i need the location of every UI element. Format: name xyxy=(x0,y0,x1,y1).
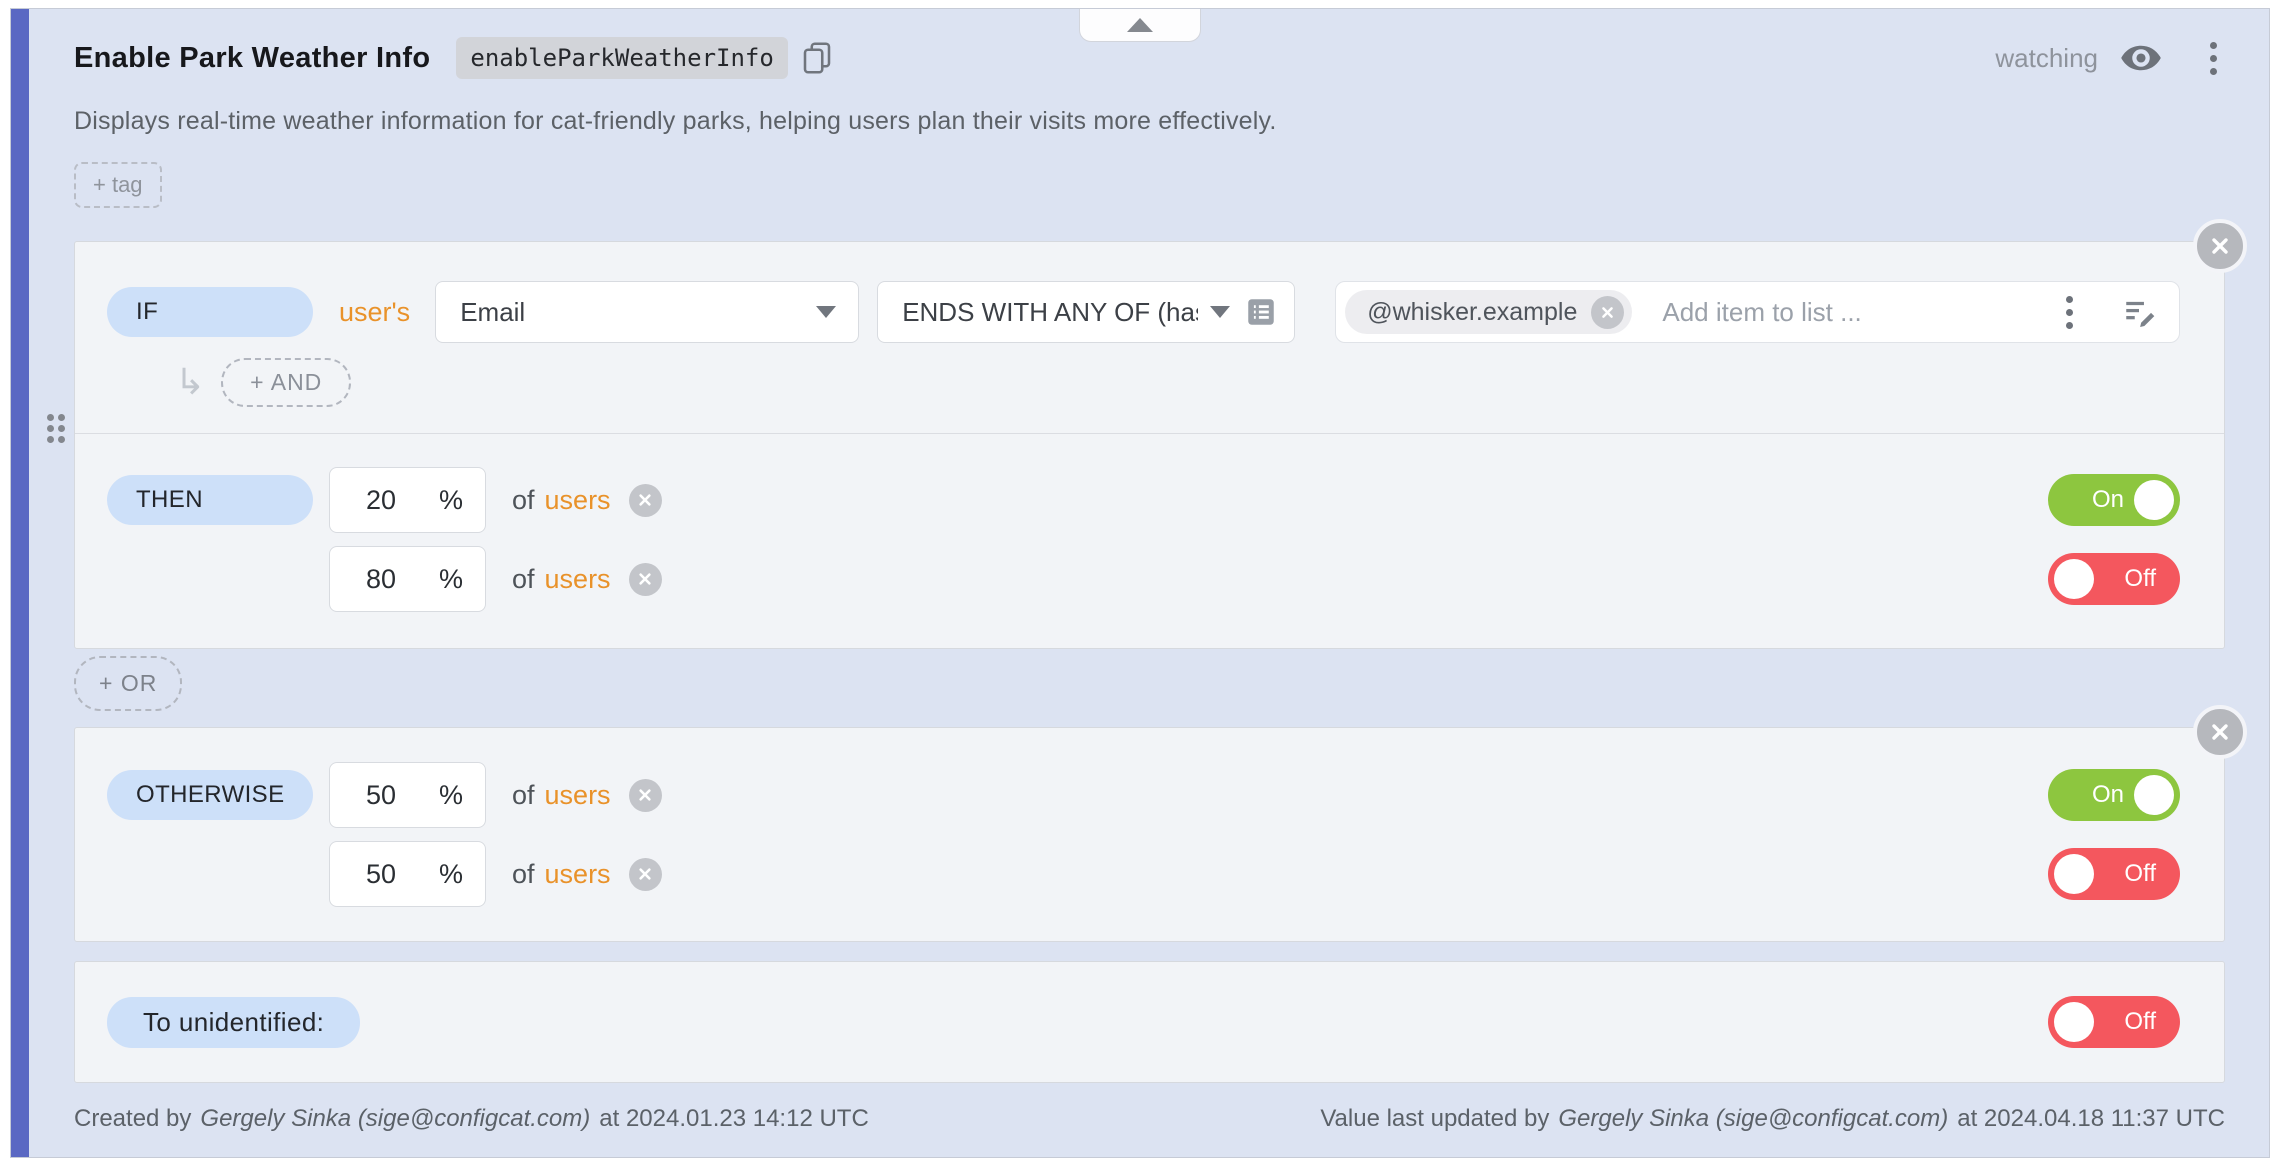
of-label: of xyxy=(512,859,535,890)
rule-drag-handle[interactable] xyxy=(47,414,65,443)
remove-percentage-row-button[interactable] xyxy=(629,779,662,812)
percentage-value: 50 xyxy=(366,859,396,890)
users-link[interactable]: users xyxy=(545,485,611,516)
served-value-toggle-on[interactable]: On xyxy=(2048,474,2180,526)
close-icon xyxy=(637,787,653,803)
copy-key-button[interactable] xyxy=(802,41,832,75)
percentage-input[interactable]: 50 % xyxy=(329,841,486,907)
comparison-value-list[interactable]: @whisker.example xyxy=(1335,281,2180,343)
watch-toggle-button[interactable] xyxy=(2120,44,2162,72)
targeting-rule-card: IF user's Email ENDS WITH ANY OF (has xyxy=(74,241,2225,649)
served-value-toggle-on[interactable]: On xyxy=(2048,769,2180,821)
updated-author: Gergely Sinka (sige@configcat.com) xyxy=(1558,1105,1948,1133)
flag-header: Enable Park Weather Info enableParkWeath… xyxy=(74,37,2225,79)
users-link[interactable]: users xyxy=(545,780,611,811)
then-chip: THEN xyxy=(107,475,313,525)
flag-description: Displays real-time weather information f… xyxy=(74,107,2225,136)
flag-title: Enable Park Weather Info xyxy=(74,42,430,75)
toggle-label: Off xyxy=(2124,860,2156,888)
flag-menu-button[interactable] xyxy=(2202,38,2225,79)
toggle-label: Off xyxy=(2124,565,2156,593)
toggle-label: On xyxy=(2092,781,2124,809)
created-author: Gergely Sinka (sige@configcat.com) xyxy=(200,1105,590,1133)
delete-rule-button[interactable] xyxy=(2193,219,2247,273)
users-link[interactable]: users xyxy=(545,564,611,595)
percent-sign: % xyxy=(439,485,463,516)
unidentified-chip: To unidentified: xyxy=(107,997,360,1048)
close-icon xyxy=(637,866,653,882)
attribute-select[interactable]: Email xyxy=(435,281,859,343)
toggle-knob xyxy=(2054,854,2094,894)
list-comparator-icon xyxy=(1244,295,1278,329)
close-icon xyxy=(637,492,653,508)
comparator-value: ENDS WITH ANY OF (has xyxy=(902,297,1198,328)
list-item-chip: @whisker.example xyxy=(1345,290,1632,334)
chevron-down-icon xyxy=(816,306,836,318)
of-label: of xyxy=(512,485,535,516)
edit-list-button[interactable] xyxy=(2121,295,2157,329)
served-value-toggle-off[interactable]: Off xyxy=(2048,553,2180,605)
updated-prefix: Value last updated by xyxy=(1320,1105,1549,1133)
remove-percentage-row-button[interactable] xyxy=(629,858,662,891)
close-icon xyxy=(637,571,653,587)
add-list-item-input[interactable] xyxy=(1660,296,2048,329)
of-label: of xyxy=(512,780,535,811)
copy-icon xyxy=(802,41,832,75)
toggle-knob xyxy=(2054,1002,2094,1042)
remove-percentage-row-button[interactable] xyxy=(629,484,662,517)
close-icon xyxy=(1600,305,1615,320)
toggle-knob xyxy=(2054,559,2094,599)
close-icon xyxy=(2209,721,2231,743)
add-and-condition-button[interactable]: + AND xyxy=(221,358,351,407)
percentage-value: 20 xyxy=(366,485,396,516)
percent-sign: % xyxy=(439,780,463,811)
percentage-input[interactable]: 50 % xyxy=(329,762,486,828)
add-tag-button[interactable]: + tag xyxy=(74,162,162,208)
nested-condition-arrow-icon: ↳ xyxy=(175,367,205,397)
otherwise-card: OTHERWISE 50 % of users On xyxy=(74,727,2225,942)
percentage-value: 80 xyxy=(366,564,396,595)
toggle-knob xyxy=(2134,775,2174,815)
percent-sign: % xyxy=(439,859,463,890)
otherwise-chip: OTHERWISE xyxy=(107,770,313,820)
of-label: of xyxy=(512,564,535,595)
created-prefix: Created by xyxy=(74,1105,191,1133)
percent-sign: % xyxy=(439,564,463,595)
flag-key-chip: enableParkWeatherInfo xyxy=(456,37,787,79)
comparator-select[interactable]: ENDS WITH ANY OF (has xyxy=(877,281,1295,343)
served-value-toggle-off[interactable]: Off xyxy=(2048,848,2180,900)
toggle-knob xyxy=(2134,480,2174,520)
edit-list-icon xyxy=(2121,295,2157,329)
created-timestamp: at 2024.01.23 14:12 UTC xyxy=(599,1105,869,1133)
delete-otherwise-button[interactable] xyxy=(2193,705,2247,759)
close-icon xyxy=(2209,235,2231,257)
eye-icon xyxy=(2120,44,2162,72)
feature-flag-panel: Enable Park Weather Info enableParkWeath… xyxy=(10,8,2270,1158)
watching-label: watching xyxy=(1995,43,2098,74)
chevron-down-icon xyxy=(1210,306,1230,318)
environment-accent-bar xyxy=(11,9,29,1157)
user-attribute-prefix: user's xyxy=(339,297,410,328)
toggle-label: Off xyxy=(2124,1008,2156,1036)
list-options-button[interactable] xyxy=(2058,292,2081,333)
remove-percentage-row-button[interactable] xyxy=(629,563,662,596)
unidentified-toggle-off[interactable]: Off xyxy=(2048,996,2180,1048)
created-info: Created by Gergely Sinka (sige@configcat… xyxy=(74,1105,869,1133)
list-item-value: @whisker.example xyxy=(1367,298,1577,327)
percentage-input[interactable]: 20 % xyxy=(329,467,486,533)
remove-list-item-button[interactable] xyxy=(1591,296,1624,329)
percentage-value: 50 xyxy=(366,780,396,811)
if-chip: IF xyxy=(107,287,313,337)
updated-info: Value last updated by Gergely Sinka (sig… xyxy=(1320,1105,2225,1133)
attribute-value: Email xyxy=(460,297,525,328)
unidentified-card: To unidentified: Off xyxy=(74,961,2225,1083)
percentage-input[interactable]: 80 % xyxy=(329,546,486,612)
updated-timestamp: at 2024.04.18 11:37 UTC xyxy=(1957,1105,2225,1133)
toggle-label: On xyxy=(2092,486,2124,514)
flag-footer: Created by Gergely Sinka (sige@configcat… xyxy=(74,1105,2225,1133)
add-or-rule-button[interactable]: + OR xyxy=(74,656,182,711)
users-link[interactable]: users xyxy=(545,859,611,890)
